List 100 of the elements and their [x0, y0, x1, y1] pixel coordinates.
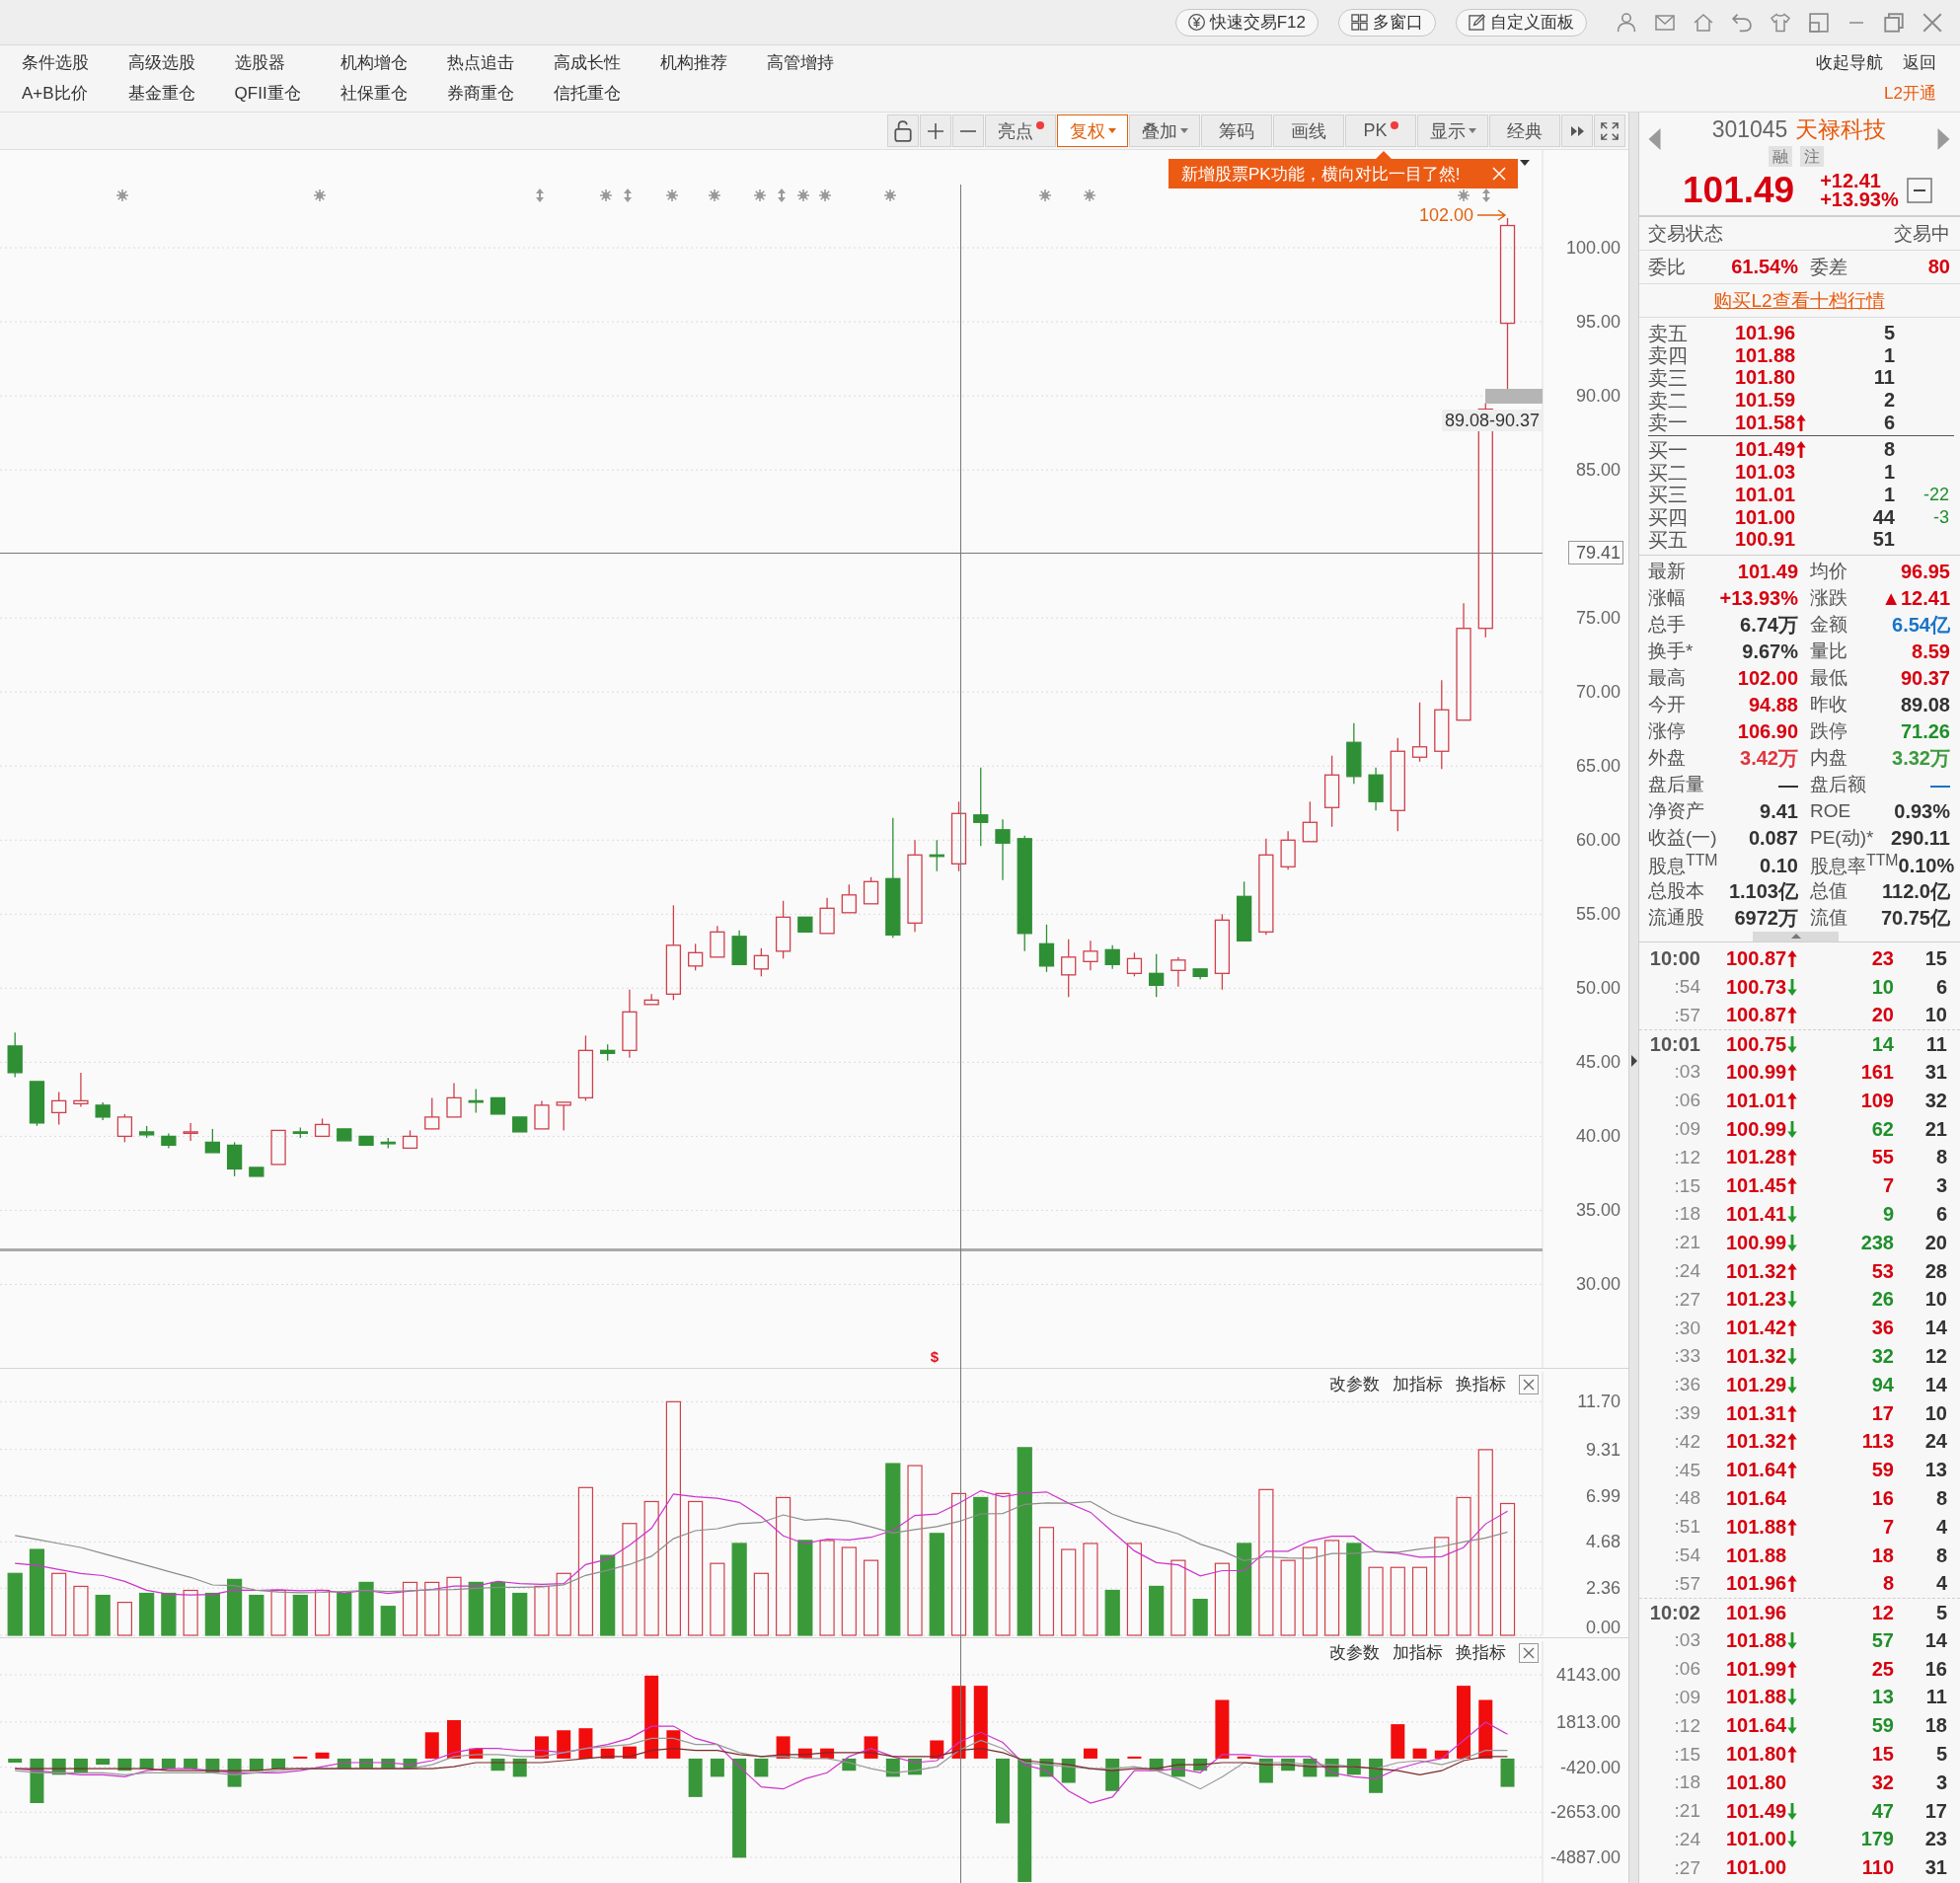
axis-label: 85.00 — [1575, 460, 1621, 481]
caret-icon[interactable] — [1630, 1055, 1637, 1067]
nav-link[interactable]: 机构增仓 — [340, 52, 409, 74]
chart-tool-button[interactable]: 复权 — [1057, 114, 1128, 147]
trade-price: 101.32 — [1726, 1430, 1787, 1454]
nav-link[interactable]: 基金重仓 — [127, 83, 195, 105]
bar — [1061, 1548, 1077, 1636]
sun-marker-icon[interactable] — [115, 188, 129, 202]
nav-link[interactable]: 信托重仓 — [554, 83, 621, 105]
sun-marker-icon[interactable] — [708, 188, 721, 202]
stat-value: 3.32万 — [1892, 745, 1950, 771]
axis-label: 1813.00 — [1555, 1711, 1621, 1732]
close-icon[interactable] — [1922, 12, 1942, 33]
trade-time: :06 — [1673, 1658, 1700, 1681]
chart-tool-button[interactable]: 亮点 — [985, 114, 1056, 147]
more-button[interactable] — [1561, 114, 1593, 147]
trade-count: 11 — [1924, 1032, 1947, 1056]
candlestick — [1323, 755, 1340, 828]
zoom-out-button[interactable] — [952, 114, 984, 147]
indicator-option-link[interactable]: 加指标 — [1393, 1374, 1443, 1395]
collapse-button[interactable] — [1753, 931, 1839, 942]
sun-marker-icon[interactable] — [665, 188, 679, 202]
nav-link[interactable]: 收起导航 — [1816, 52, 1883, 74]
minus-box-icon[interactable] — [1906, 178, 1932, 203]
undo-icon[interactable] — [1732, 12, 1752, 33]
nav-link[interactable]: 券商重仓 — [447, 83, 515, 105]
chart-tool-button[interactable]: 画线 — [1273, 114, 1344, 147]
zoom-in-button[interactable] — [920, 114, 951, 147]
caret-icon[interactable] — [1520, 160, 1530, 166]
indicator-option-link[interactable]: 换指标 — [1456, 1374, 1506, 1395]
home-icon[interactable] — [1694, 12, 1713, 33]
sun-marker-icon[interactable] — [818, 188, 832, 202]
left-triangle-icon[interactable] — [1648, 128, 1661, 150]
dividend-mark[interactable]: $ — [930, 1348, 940, 1365]
updown-arrow-icon[interactable] — [1482, 188, 1490, 202]
nav-link[interactable]: 返回 — [1903, 52, 1936, 74]
trade-time: :42 — [1673, 1430, 1700, 1453]
title-bar-button[interactable]: 多窗口 — [1338, 8, 1436, 37]
indicator-option-link[interactable]: 换指标 — [1456, 1642, 1506, 1664]
nav-link[interactable]: 社保重仓 — [340, 83, 409, 105]
sun-marker-icon[interactable] — [796, 188, 810, 202]
chart-tool-button[interactable]: PK — [1345, 114, 1416, 147]
window-icon[interactable] — [1809, 12, 1829, 33]
bar — [161, 1758, 176, 1770]
candlestick — [995, 818, 1011, 881]
axis-label: -4887.00 — [1549, 1847, 1621, 1868]
nav-link[interactable]: QFII重仓 — [234, 83, 301, 105]
indicator-option-link[interactable]: 加指标 — [1393, 1642, 1443, 1664]
title-bar-button[interactable]: 快速交易F12 — [1174, 8, 1319, 37]
trade-time: :12 — [1673, 1146, 1700, 1168]
nav-link[interactable]: 高管增持 — [766, 52, 834, 74]
trade-price: 101.32 — [1726, 1344, 1787, 1368]
chart-tool-button[interactable]: 叠加 — [1129, 114, 1200, 147]
stat-value: 9.67% — [1742, 640, 1798, 663]
restore-icon[interactable] — [1884, 12, 1904, 33]
close-icon[interactable] — [1519, 1643, 1539, 1663]
sun-marker-icon[interactable] — [599, 188, 613, 202]
indicator-option-link[interactable]: 改参数 — [1329, 1642, 1380, 1664]
nav-link[interactable]: 条件选股 — [22, 52, 89, 74]
sun-marker-icon[interactable] — [1038, 188, 1052, 202]
right-triangle-icon[interactable] — [1937, 128, 1950, 150]
chart-tool-button[interactable]: 显示 — [1417, 114, 1488, 147]
updown-arrow-icon[interactable] — [536, 188, 544, 202]
mail-icon[interactable] — [1655, 12, 1675, 33]
order-price: 101.58 — [1735, 411, 1796, 434]
updown-arrow-icon[interactable] — [778, 188, 786, 202]
nav-link[interactable]: 选股器 — [234, 52, 285, 74]
stat-label: 跌停 — [1810, 719, 1847, 744]
indicator-option-link[interactable]: 改参数 — [1329, 1374, 1380, 1395]
trade-time: :27 — [1673, 1856, 1700, 1879]
close-icon[interactable] — [1519, 1375, 1539, 1394]
updown-arrow-icon[interactable] — [624, 188, 632, 202]
nav-link[interactable]: 高成长性 — [554, 52, 621, 74]
trade-volume: 161 — [1859, 1060, 1894, 1084]
title-bar-button[interactable]: 自定义面板 — [1456, 8, 1587, 37]
shirt-icon[interactable] — [1771, 12, 1790, 33]
bar — [732, 1758, 747, 1858]
trade-price: 101.64 — [1726, 1714, 1787, 1738]
nav-link[interactable]: A+B比价 — [22, 83, 88, 105]
minimize-icon[interactable] — [1847, 21, 1865, 24]
bar — [1061, 1758, 1076, 1783]
sun-marker-icon[interactable] — [883, 188, 897, 202]
trade-price: 101.96 — [1726, 1601, 1787, 1624]
trade-volume: 59 — [1870, 1714, 1894, 1738]
crosshair-price-label: 79.41 — [1568, 541, 1623, 565]
trade-price: 101.42 — [1726, 1317, 1787, 1340]
bar — [666, 1730, 681, 1759]
user-icon[interactable] — [1617, 12, 1636, 33]
chart-tool-button[interactable]: 经典 — [1489, 114, 1560, 147]
sun-marker-icon[interactable] — [1083, 188, 1096, 202]
stat-label: 昨收 — [1810, 693, 1847, 717]
lock-button[interactable] — [887, 114, 919, 147]
chart-tool-button[interactable]: 筹码 — [1201, 114, 1272, 147]
sun-marker-icon[interactable] — [753, 188, 767, 202]
nav-link[interactable]: 机构推荐 — [659, 52, 727, 74]
nav-link[interactable]: 高级选股 — [127, 52, 195, 74]
axis-label: 6.99 — [1585, 1485, 1621, 1506]
fullscreen-button[interactable] — [1594, 114, 1625, 147]
nav-link[interactable]: 热点追击 — [447, 52, 515, 74]
sun-marker-icon[interactable] — [313, 188, 327, 202]
